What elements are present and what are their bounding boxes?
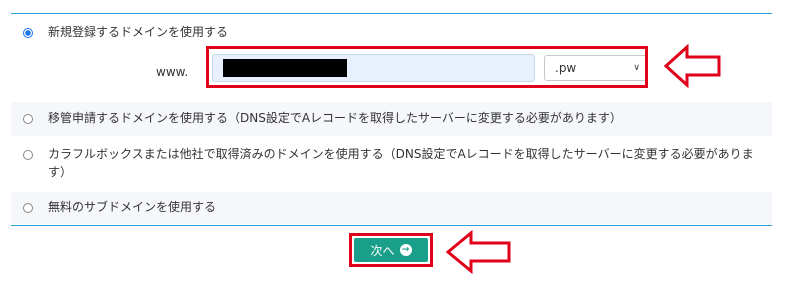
next-button[interactable]: 次へ → [354,238,428,262]
radio-transfer-domain[interactable] [23,114,33,124]
annotation-arrow-left-icon [664,44,721,88]
option-label-new-domain: 新規登録するドメインを使用する [48,25,229,39]
radio-existing-domain[interactable] [23,150,33,160]
option-label-existing-domain: カラフルボックスまたは他社で取得済みのドメインを使用する（DNS設定でAレコード… [48,147,754,179]
option-label-free-subdomain: 無料のサブドメインを使用する [48,200,217,214]
next-button-label: 次へ [370,243,395,258]
www-prefix: www. [156,65,189,79]
annotation-highlight-next-button: 次へ → [349,233,433,267]
domain-option-existing[interactable]: カラフルボックスまたは他社で取得済みのドメインを使用する（DNS設定でAレコード… [11,136,772,192]
option-label-transfer-domain: 移管申請するドメインを使用する（DNS設定でAレコードを取得したサーバーに変更す… [48,111,622,125]
radio-free-subdomain[interactable] [23,203,33,213]
annotation-arrow-left-icon-2 [446,230,511,274]
domain-selection-panel: 新規登録するドメインを使用する www. .pw ∨ 移管申請するドメインを使用… [11,13,772,226]
radio-new-domain[interactable] [23,28,33,38]
domain-option-transfer[interactable]: 移管申請するドメインを使用する（DNS設定でAレコードを取得したサーバーに変更す… [11,102,772,136]
domain-option-subdomain[interactable]: 無料のサブドメインを使用する [11,192,772,224]
arrow-right-circle-icon: → [399,244,412,256]
annotation-highlight-domain-input [206,46,648,88]
